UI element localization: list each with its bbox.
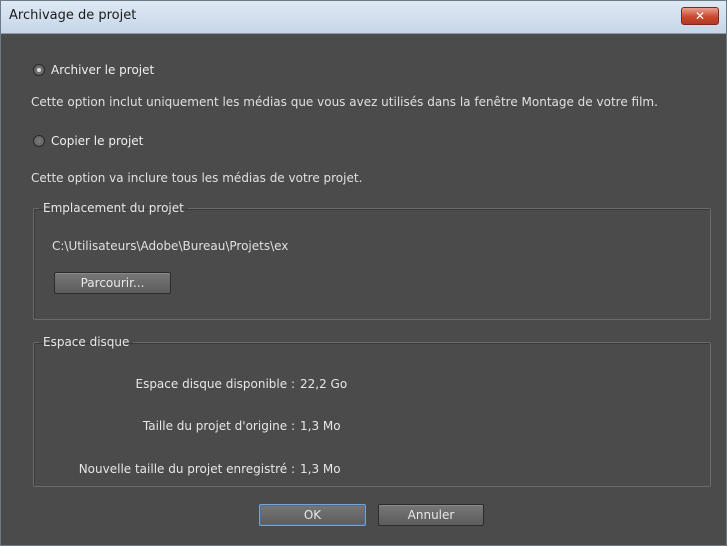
new-size-row: Nouvelle taille du projet enregistré : 1… [34, 462, 710, 478]
disk-space-legend: Espace disque [43, 335, 130, 349]
available-space-value: 22,2 Go [300, 377, 348, 391]
copy-option[interactable]: Copier le projet [33, 134, 143, 148]
archive-dialog: Archivage de projet ✕ Archiver le projet… [0, 0, 727, 546]
dialog-content: Archiver le projet Cette option inclut u… [1, 34, 726, 545]
original-size-row: Taille du projet d'origine : 1,3 Mo [34, 419, 710, 435]
title-bar[interactable]: Archivage de projet ✕ [1, 1, 726, 34]
close-button[interactable]: ✕ [681, 7, 719, 25]
archive-radio[interactable] [33, 64, 45, 76]
location-legend: Emplacement du projet [43, 201, 184, 215]
location-group: Emplacement du projet C:\Utilisateurs\Ad… [33, 201, 711, 320]
browse-button[interactable]: Parcourir... [54, 272, 171, 294]
new-size-value: 1,3 Mo [300, 462, 341, 476]
available-space-row: Espace disque disponible : 22,2 Go [34, 377, 710, 393]
new-size-label: Nouvelle taille du projet enregistré : [78, 462, 295, 476]
ok-button[interactable]: OK [259, 504, 366, 526]
close-icon: ✕ [694, 9, 706, 23]
disk-space-group: Espace disque Espace disque disponible :… [33, 335, 711, 487]
archive-option[interactable]: Archiver le projet [33, 63, 154, 77]
project-path: C:\Utilisateurs\Adobe\Bureau\Projets\ex [52, 239, 289, 253]
archive-description: Cette option inclut uniquement les média… [31, 95, 658, 109]
archive-label[interactable]: Archiver le projet [51, 63, 154, 77]
copy-label[interactable]: Copier le projet [51, 134, 143, 148]
original-size-label: Taille du projet d'origine : [142, 419, 295, 433]
copy-description: Cette option va inclure tous les médias … [31, 171, 363, 185]
available-space-label: Espace disque disponible : [135, 377, 295, 391]
original-size-value: 1,3 Mo [300, 419, 341, 433]
copy-radio[interactable] [33, 135, 45, 147]
dialog-title: Archivage de projet [9, 8, 137, 23]
cancel-button[interactable]: Annuler [378, 504, 484, 526]
